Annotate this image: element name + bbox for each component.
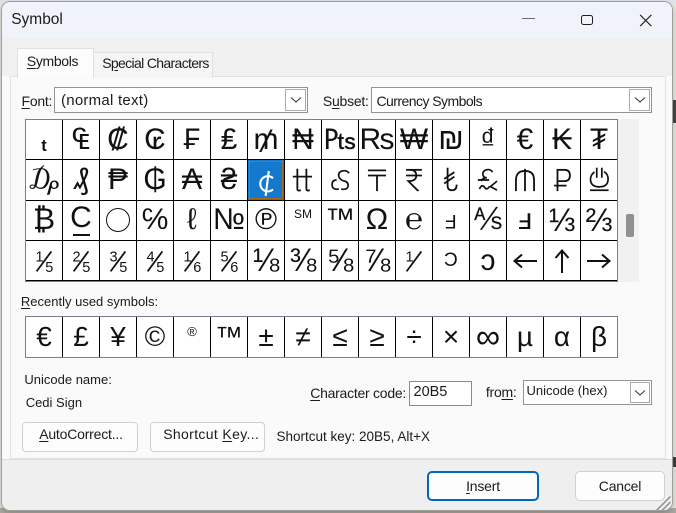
svg-text:6: 6 [193,260,201,273]
svg-text:5: 5 [119,260,127,273]
svg-text:5: 5 [82,260,90,273]
svg-text:6: 6 [230,260,238,273]
svg-text:5: 5 [45,260,53,273]
svg-text:5: 5 [156,260,164,273]
